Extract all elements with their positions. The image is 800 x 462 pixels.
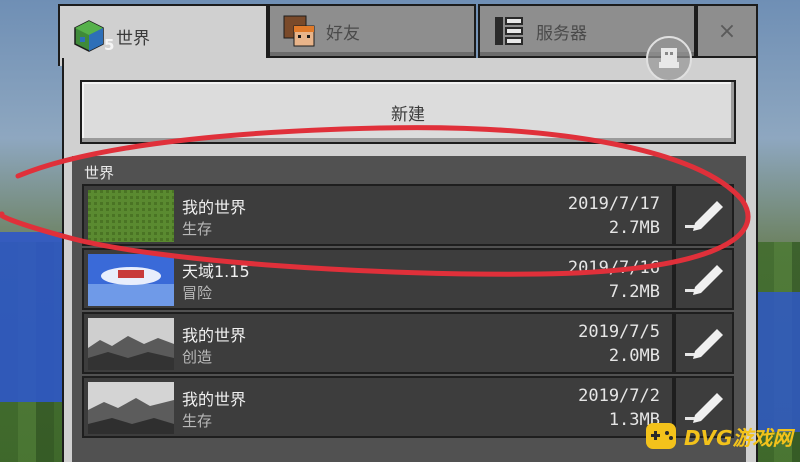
pencil-icon [685, 329, 723, 359]
tab-friends[interactable]: 好友 [268, 4, 476, 58]
tab-worlds-label: 世界 [116, 28, 150, 49]
close-button[interactable]: × [696, 4, 758, 58]
gamepad-icon [646, 423, 676, 449]
world-mode: 创造 [182, 348, 213, 366]
edit-world-button[interactable] [674, 184, 734, 246]
new-world-label: 新建 [391, 104, 425, 125]
tab-friends-label: 好友 [326, 23, 360, 44]
world-thumbnail [88, 254, 174, 306]
tab-servers-label: 服务器 [536, 23, 587, 44]
tab-worlds[interactable]: 世界 [58, 4, 268, 66]
watermark-text: DVG游戏网 [684, 425, 793, 450]
world-thumbnail [88, 382, 174, 434]
world-mode: 生存 [182, 412, 213, 430]
world-date: 2019/7/16 [567, 258, 660, 278]
realms-icon [659, 48, 679, 68]
worlds-count-badge: 5 [104, 36, 115, 54]
world-row[interactable]: 我的世界 生存 2019/7/17 2.7MB [82, 184, 674, 246]
world-date: 2019/7/2 [578, 386, 660, 406]
pencil-icon [685, 201, 723, 231]
background-water-left [0, 232, 70, 402]
world-row[interactable]: 我的世界 创造 2019/7/5 2.0MB [82, 312, 674, 374]
world-name: 我的世界 [182, 326, 247, 345]
world-name: 我的世界 [182, 390, 247, 409]
world-row[interactable]: 我的世界 生存 2019/7/2 1.3MB [82, 376, 674, 438]
world-thumbnail [88, 190, 174, 242]
server-icon [492, 14, 526, 48]
close-icon: × [717, 18, 737, 44]
world-name: 我的世界 [182, 198, 247, 217]
world-thumbnail [88, 318, 174, 370]
realms-button[interactable] [646, 36, 692, 82]
world-name: 天域1.15 [182, 262, 250, 281]
world-size: 7.2MB [608, 282, 660, 302]
world-size: 2.0MB [608, 346, 660, 366]
world-size: 2.7MB [608, 218, 660, 238]
section-label-worlds: 世界 [84, 164, 115, 182]
edit-world-button[interactable] [674, 248, 734, 310]
friends-face-icon [282, 14, 316, 48]
world-date: 2019/7/5 [578, 322, 660, 342]
edit-world-button[interactable] [674, 312, 734, 374]
world-date: 2019/7/17 [567, 194, 660, 214]
globe-icon [72, 19, 106, 53]
world-row[interactable]: 天域1.15 冒险 2019/7/16 7.2MB [82, 248, 674, 310]
new-world-button[interactable]: 新建 [80, 80, 736, 144]
world-mode: 生存 [182, 220, 213, 238]
watermark-logo: DVG游戏网 [644, 410, 800, 462]
world-mode: 冒险 [182, 284, 213, 302]
pencil-icon [685, 265, 723, 295]
